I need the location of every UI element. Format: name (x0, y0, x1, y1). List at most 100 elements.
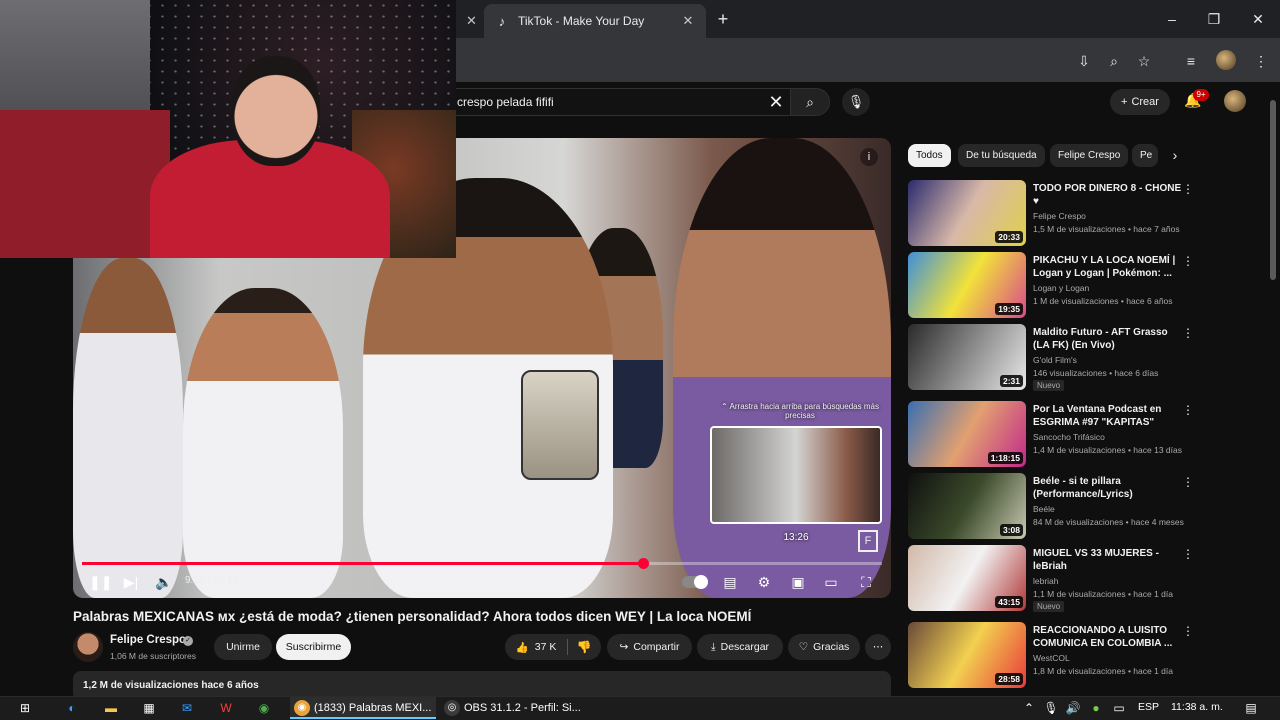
tab-close-icon[interactable]: ✕ (466, 13, 477, 29)
tray-microphone-icon[interactable]: 🎙 (1042, 699, 1060, 717)
taskbar-app-obs[interactable]: ◎ OBS 31.1.2 - Perfil: Si... (440, 697, 588, 719)
recommendation-item[interactable]: 20:33 TODO POR DINERO 8 - CHONE ♥ Felipe C… (908, 180, 1208, 248)
volume-icon[interactable]: 🔈 (154, 572, 174, 592)
progress-bar[interactable] (82, 558, 882, 569)
new-tab-button[interactable]: + (712, 8, 734, 30)
chip-todos[interactable]: Todos (908, 144, 951, 167)
like-button[interactable]: 👍 37 K (505, 634, 567, 660)
recommendation-item[interactable]: 1:18:15 Por La Ventana Podcast en ESGRIMA… (908, 401, 1208, 469)
recommendation-item[interactable]: 2:31 Maldito Futuro - AFT Grasso (LA FK) … (908, 324, 1208, 392)
autoplay-toggle[interactable] (682, 575, 708, 589)
recommendation-item[interactable]: 43:15 MIGUEL VS 33 MUJERES - leBriah lebri… (908, 545, 1208, 613)
chapters-icon[interactable]: F (858, 530, 878, 552)
recommendation-channel[interactable]: Felipe Crespo (1033, 211, 1086, 221)
recommendation-channel[interactable]: Sancocho Trifásico (1033, 432, 1105, 442)
more-actions-button[interactable]: ⋯ (865, 634, 891, 660)
tray-language[interactable]: ESP (1138, 701, 1159, 713)
recommendation-thumbnail[interactable]: 19:35 (908, 252, 1026, 318)
taskbar-app-chrome[interactable]: ◉ (1833) Palabras MEXI... (290, 697, 436, 719)
search-button[interactable]: ⌕ (790, 88, 830, 116)
browser-menu-icon[interactable]: ⋮ (1250, 50, 1272, 72)
more-vertical-icon[interactable]: ⋮ (1182, 624, 1194, 638)
file-explorer-icon[interactable]: ▬ (102, 699, 120, 717)
subtitles-icon[interactable]: ▤ (720, 572, 740, 592)
scrubber-handle[interactable] (637, 558, 649, 569)
theater-mode-icon[interactable]: ▭ (821, 572, 841, 592)
zoom-icon[interactable]: ⌕ (1103, 50, 1125, 72)
settings-gear-icon[interactable]: ⚙ (754, 572, 774, 592)
recommendation-item[interactable]: 19:35 PIKACHU Y LA LOCA NOEMÍ | Logan y L… (908, 252, 1208, 320)
tray-chevron-up-icon[interactable]: ⌃ (1020, 699, 1038, 717)
subscribe-button[interactable]: Suscribirme (276, 634, 351, 660)
more-vertical-icon[interactable]: ⋮ (1182, 547, 1194, 561)
browser-profile-avatar[interactable] (1216, 50, 1236, 70)
tray-clock[interactable]: 11:38 a. m. (1171, 701, 1223, 713)
miniplayer-icon[interactable]: ▣ (788, 572, 808, 592)
recommendation-title[interactable]: REACCIONANDO A LUISITO COMUNICA EN COLOM… (1033, 624, 1183, 650)
channel-name[interactable]: Felipe Crespo (110, 634, 186, 646)
recommendation-channel[interactable]: Logan y Logan (1033, 283, 1089, 293)
more-vertical-icon[interactable]: ⋮ (1182, 326, 1194, 340)
chip-felipe-crespo[interactable]: Felipe Crespo (1050, 144, 1129, 167)
tray-app-icon[interactable]: ● (1087, 699, 1105, 717)
tray-network-icon[interactable]: ▭ (1110, 699, 1128, 717)
recommendation-channel[interactable]: Beéle (1033, 504, 1055, 514)
recommendation-title[interactable]: Por La Ventana Podcast en ESGRIMA #97 "K… (1033, 403, 1183, 429)
recommendation-title[interactable]: Beéle - si te pillara (Performance/Lyric… (1033, 475, 1183, 501)
mail-icon[interactable]: ✉ (178, 699, 196, 717)
channel-avatar[interactable] (73, 632, 103, 662)
download-button[interactable]: ⤓ Descargar (697, 634, 783, 660)
dislike-button[interactable]: 👎 (568, 634, 600, 660)
recommendation-channel[interactable]: WestCOL (1033, 653, 1070, 663)
page-scrollbar[interactable] (1270, 100, 1276, 280)
recommendation-title[interactable]: PIKACHU Y LA LOCA NOEMÍ | Logan y Logan … (1033, 254, 1183, 280)
recommendation-thumbnail[interactable]: 28:58 (908, 622, 1026, 688)
notification-center-icon[interactable]: ▤ (1242, 699, 1260, 717)
minimize-button[interactable]: – (1150, 6, 1194, 32)
video-info-icon[interactable]: i (860, 148, 878, 166)
recommendation-item[interactable]: 3:08 Beéle - si te pillara (Performance/L… (908, 473, 1208, 541)
wps-office-icon[interactable]: W (217, 699, 235, 717)
recommendation-channel[interactable]: G'old Film's (1033, 355, 1077, 365)
edge-browser-icon[interactable]: ◐ (63, 699, 81, 717)
chip-truncated[interactable]: Pe (1132, 144, 1158, 167)
recommendation-thumbnail[interactable]: 1:18:15 (908, 401, 1026, 467)
recommendation-channel[interactable]: lebriah (1033, 576, 1059, 586)
media-controls-icon[interactable]: ≡ (1180, 50, 1202, 72)
recommendation-thumbnail[interactable]: 3:08 (908, 473, 1026, 539)
recommendation-title[interactable]: MIGUEL VS 33 MUJERES - leBriah (1033, 547, 1183, 573)
tab-close-icon[interactable]: ✕ (680, 13, 696, 29)
join-button[interactable]: Unirme (214, 634, 272, 660)
chrome-pinned-icon[interactable]: ◉ (255, 699, 273, 717)
share-button[interactable]: ↪ Compartir (607, 634, 692, 660)
pause-icon[interactable]: ❚❚ (89, 572, 112, 592)
thanks-button[interactable]: ♡ Gracias (788, 634, 860, 660)
more-vertical-icon[interactable]: ⋮ (1182, 475, 1194, 489)
browser-tab-youtube[interactable]: ✕ (456, 4, 480, 38)
bookmark-star-icon[interactable]: ☆ (1133, 50, 1155, 72)
account-avatar[interactable] (1224, 90, 1246, 112)
install-app-icon[interactable]: ⇩ (1073, 50, 1095, 72)
search-input[interactable]: crespo pelada fififi (430, 88, 790, 116)
recommendation-thumbnail[interactable]: 20:33 (908, 180, 1026, 246)
recommendation-thumbnail[interactable]: 2:31 (908, 324, 1026, 390)
search-clear-icon[interactable]: ✕ (766, 92, 786, 112)
browser-tab-tiktok[interactable]: ♪ TikTok - Make Your Day ✕ (484, 4, 706, 38)
more-vertical-icon[interactable]: ⋮ (1182, 254, 1194, 268)
create-button[interactable]: + Crear (1110, 89, 1170, 115)
tray-volume-icon[interactable]: 🔊 (1064, 699, 1082, 717)
maximize-button[interactable]: ❐ (1192, 6, 1236, 32)
voice-search-button[interactable]: 🎙 (842, 88, 870, 116)
fullscreen-icon[interactable]: ⛶ (856, 572, 876, 592)
chevron-right-icon[interactable]: › (1166, 146, 1184, 164)
more-vertical-icon[interactable]: ⋮ (1182, 182, 1194, 196)
recommendation-title[interactable]: TODO POR DINERO 8 - CHONE ♥ (1033, 182, 1183, 208)
close-window-button[interactable]: ✕ (1236, 6, 1280, 32)
next-icon[interactable]: ▶| (121, 572, 141, 592)
recommendation-title[interactable]: Maldito Futuro - AFT Grasso (LA FK) (En … (1033, 326, 1183, 352)
recommendation-thumbnail[interactable]: 43:15 (908, 545, 1026, 611)
start-icon[interactable]: ⊞ (16, 699, 34, 717)
chip-de-tu-busqueda[interactable]: De tu búsqueda (958, 144, 1045, 167)
recommendation-item[interactable]: 28:58 REACCIONANDO A LUISITO COMUNICA EN … (908, 622, 1208, 690)
more-vertical-icon[interactable]: ⋮ (1182, 403, 1194, 417)
